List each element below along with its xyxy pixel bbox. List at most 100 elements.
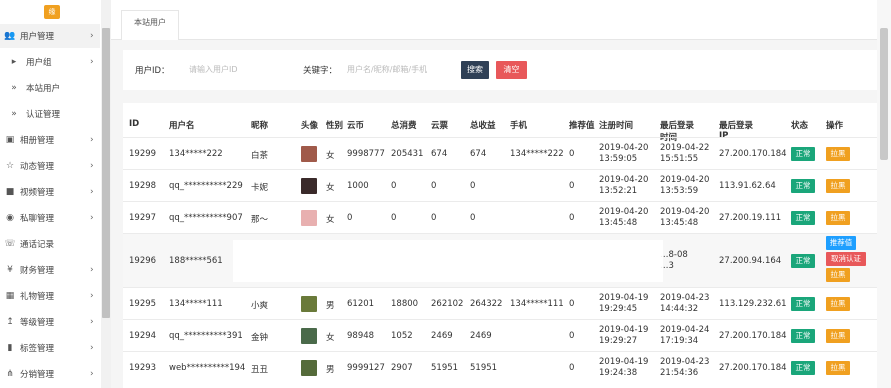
status-badge[interactable]: 正常 [791, 254, 815, 268]
star-icon: ☆ [5, 161, 15, 171]
cell-reg-time: 19:29:45 [599, 304, 638, 314]
cell-coins: 0 [347, 213, 353, 223]
video-icon: ■ [5, 187, 15, 197]
tab-site-users[interactable]: 本站用户 [121, 10, 179, 40]
clear-button[interactable]: 清空 [496, 61, 527, 79]
cell-reg-date: 2019-04-20 [599, 143, 649, 153]
sidebar-item-label: 用户组 [26, 58, 52, 68]
cell-login-time: 21:54:36 [660, 368, 699, 378]
recommend-button[interactable]: 推荐值 [826, 236, 856, 250]
sidebar-scrollbar-thumb[interactable] [102, 28, 110, 318]
avatar [301, 360, 317, 376]
status-badge[interactable]: 正常 [791, 297, 815, 311]
level-icon: ↥ [6, 317, 14, 327]
cell-ip: 27.200.170.184 [719, 331, 787, 341]
block-button[interactable]: 拉黑 [826, 147, 850, 161]
cell-login-time: 15:51:55 [660, 154, 699, 164]
column-header-nickname: 昵称 [251, 121, 269, 131]
sidebar-item-11[interactable]: ↥ 等级管理 › [0, 310, 100, 334]
chevron-right-icon: › [90, 317, 94, 327]
sidebar-item-label: 动态管理 [20, 162, 55, 172]
table-row: 19297 qq_**********907 那～女 0 0 0 0 0 2019-04-20 1… [123, 201, 878, 233]
cell-total-spent: 2907 [391, 363, 413, 373]
cell-id: 19293 [129, 363, 157, 373]
sidebar-item-13[interactable]: ⋔ 分销管理 › [0, 362, 100, 386]
keyword-input[interactable]: 用户名/昵称/邮箱/手机 [343, 60, 453, 80]
cell-tickets: 2469 [431, 331, 453, 341]
cell-ip: 113.91.62.64 [719, 181, 776, 191]
block-button[interactable]: 拉黑 [826, 179, 850, 193]
sidebar-item-4[interactable]: ▣ 相册管理 › [0, 128, 100, 152]
cell-total-income: 2469 [470, 331, 492, 341]
logo-icon[interactable]: 缘 [44, 5, 60, 19]
cell-gender: 女 [326, 183, 335, 193]
user-id-label: 用户ID： [135, 66, 170, 76]
filter-bar: 用户ID： 请输入用户ID 关键字： 用户名/昵称/邮箱/手机 搜索 清空 [123, 50, 878, 90]
cell-ip: 113.129.232.61 [719, 299, 787, 309]
column-header-total-spent: 总消费 [391, 121, 417, 131]
block-button[interactable]: 拉黑 [826, 268, 850, 282]
column-header-tickets: 云票 [431, 121, 449, 131]
block-button[interactable]: 拉黑 [826, 211, 850, 225]
status-badge[interactable]: 正常 [791, 179, 815, 193]
column-header-status: 状态 [791, 121, 809, 131]
page-scrollbar-thumb[interactable] [880, 28, 888, 160]
search-button[interactable]: 搜索 [461, 61, 489, 79]
sidebar-item-7[interactable]: ◉ 私聊管理 › [0, 206, 100, 230]
cell-gender: 女 [326, 215, 335, 225]
bullet-icon: ▸ [11, 57, 17, 67]
cell-login-date: 2019-04-23 [660, 357, 710, 367]
table-row: 19295 134*****111 小爽 男 61201 18800 262102 26432… [123, 287, 878, 319]
cell-username: 188*****561 [169, 256, 223, 266]
block-button[interactable]: 拉黑 [826, 297, 850, 311]
user-id-input[interactable]: 请输入用户ID [185, 60, 295, 80]
sidebar-item-0[interactable]: 👥 用户管理 › [0, 24, 100, 48]
sidebar-item-9[interactable]: ¥ 财务管理 › [0, 258, 100, 282]
cell-username: 134*****222 [169, 149, 223, 159]
cell-username: qq_**********229 [169, 181, 243, 191]
app-root: 缘 👥 用户管理 › ▸ 用户组 › » 本站用户 » 认证管理 ▣ 相册管理 › ☆ 动态管理 › ■ 视频管理… [0, 0, 891, 388]
cell-phone: 134*****222 [510, 149, 564, 159]
sidebar-item-3[interactable]: » 认证管理 [0, 102, 100, 126]
status-badge[interactable]: 正常 [791, 147, 815, 161]
status-badge[interactable]: 正常 [791, 211, 815, 225]
cell-login-time: 13:53:59 [660, 186, 699, 196]
sidebar-item-label: 礼物管理 [20, 292, 55, 302]
cell-login-time: 17:19:34 [660, 336, 699, 346]
sidebar-item-label: 等级管理 [20, 318, 55, 328]
sidebar-item-2[interactable]: » 本站用户 [0, 76, 100, 100]
tag-icon: ▮ [7, 343, 13, 353]
sidebar-item-12[interactable]: ▮ 标签管理 › [0, 336, 100, 360]
status-badge[interactable]: 正常 [791, 361, 815, 375]
sidebar-item-label: 分销管理 [20, 370, 55, 380]
cell-nickname: 小爽 [251, 301, 269, 311]
cell-login-date: 2019-04-22 [660, 143, 710, 153]
avatar [301, 328, 317, 344]
cancel-auth-button[interactable]: 取消认证 [826, 252, 866, 266]
sidebar-item-5[interactable]: ☆ 动态管理 › [0, 154, 100, 178]
sidebar-item-10[interactable]: ▦ 礼物管理 › [0, 284, 100, 308]
sidebar-item-1[interactable]: ▸ 用户组 › [0, 50, 100, 74]
block-button[interactable]: 拉黑 [826, 329, 850, 343]
sidebar-item-6[interactable]: ■ 视频管理 › [0, 180, 100, 204]
chevron-right-icon: › [90, 187, 94, 197]
column-header-id: ID [129, 119, 140, 129]
cell-reg-date: 2019-04-19 [599, 293, 649, 303]
cell-phone: 134*****111 [510, 299, 564, 309]
cell-reg-time: 13:59:05 [599, 154, 638, 164]
cell-tickets: 674 [431, 149, 448, 159]
main-content: 本站用户 用户ID： 请输入用户ID 关键字： 用户名/昵称/邮箱/手机 搜索 … [111, 0, 891, 388]
chevron-right-icon: › [90, 343, 94, 353]
page-scrollbar-track[interactable] [877, 0, 891, 388]
status-badge[interactable]: 正常 [791, 329, 815, 343]
cell-username: qq_**********907 [169, 213, 243, 223]
column-header-phone: 手机 [510, 121, 528, 131]
chevron-right-icon: › [90, 161, 94, 171]
column-header-username: 用户名 [169, 121, 195, 131]
block-button[interactable]: 拉黑 [826, 361, 850, 375]
cell-gender: 男 [326, 365, 335, 375]
chevron-right-icon: › [90, 31, 94, 41]
cell-nickname: 金钟 [251, 333, 269, 343]
sidebar-item-8[interactable]: ☏ 通话记录 [0, 232, 100, 256]
cell-ip: 27.200.19.111 [719, 213, 782, 223]
